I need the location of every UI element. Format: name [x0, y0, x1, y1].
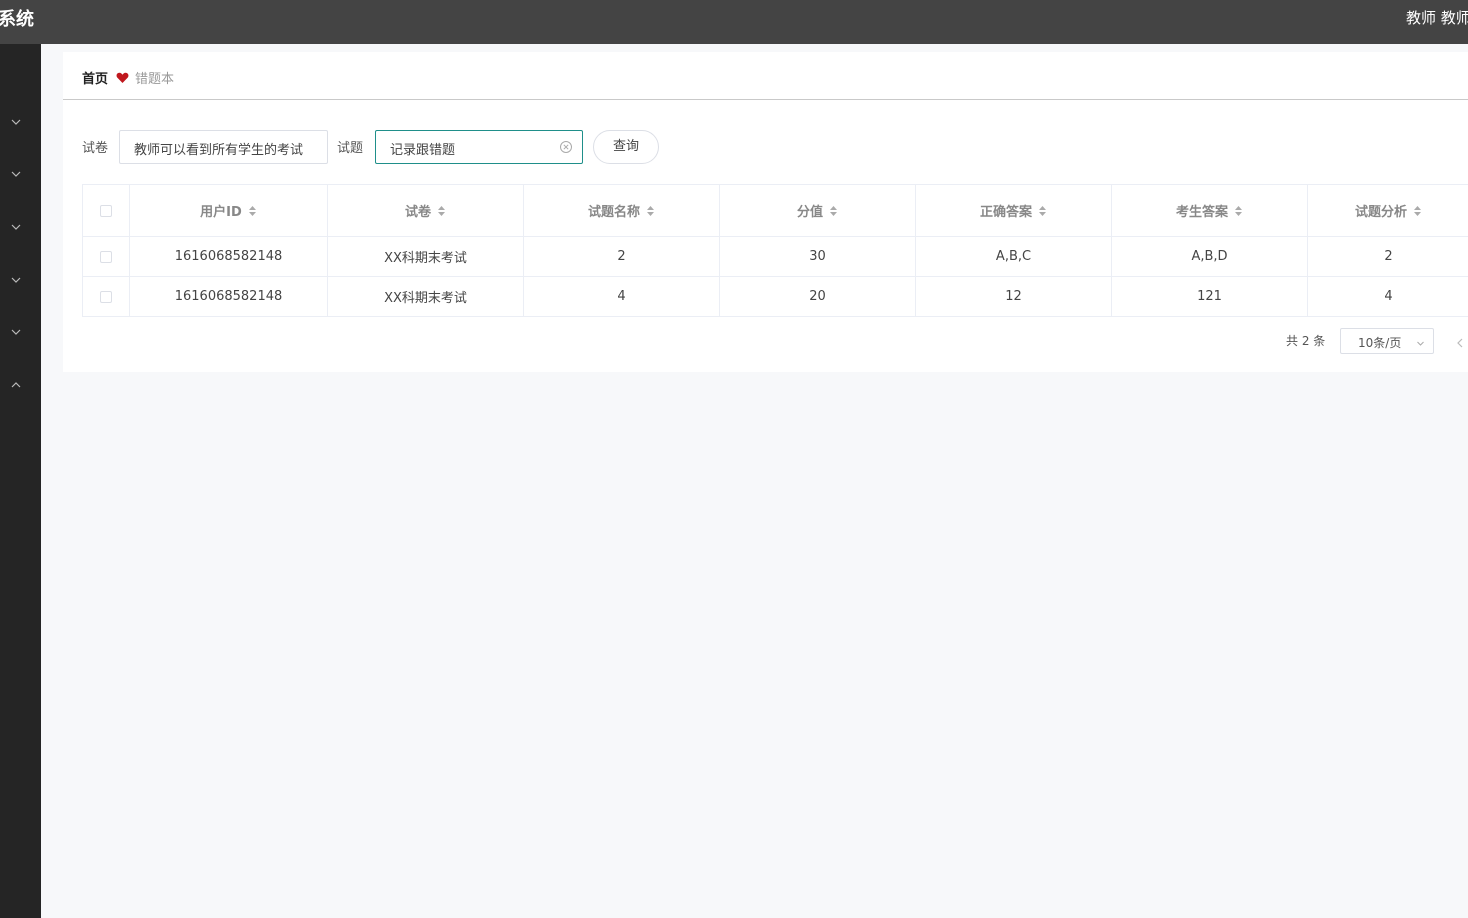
page-size-select[interactable]: 10条/页: [1340, 328, 1434, 354]
question-input[interactable]: 记录跟错题: [375, 130, 583, 164]
cell-score: 20: [720, 277, 916, 316]
sort-icon[interactable]: [437, 205, 446, 217]
sort-icon[interactable]: [248, 205, 257, 217]
paper-label: 试卷: [82, 141, 109, 156]
header-user-id[interactable]: 用户ID: [130, 185, 328, 236]
header-score[interactable]: 分值: [720, 185, 916, 236]
sort-icon[interactable]: [1038, 205, 1047, 217]
chevron-down-icon[interactable]: [10, 326, 22, 338]
divider: [63, 99, 1468, 100]
header-correct-answer[interactable]: 正确答案: [916, 185, 1112, 236]
cell-paper: XX科期末考试: [328, 237, 524, 276]
cell-question-name: 2: [524, 237, 720, 276]
chevron-up-icon[interactable]: [10, 379, 22, 391]
breadcrumb-home[interactable]: 首页: [82, 72, 108, 87]
sort-icon[interactable]: [1234, 205, 1243, 217]
sort-icon[interactable]: [829, 205, 838, 217]
chevron-down-icon[interactable]: [10, 116, 22, 128]
app-title: 系统: [0, 9, 34, 30]
question-input-value: 记录跟错题: [390, 143, 456, 158]
prev-page-icon[interactable]: [1456, 334, 1464, 348]
clear-icon[interactable]: [559, 140, 573, 154]
row-checkbox[interactable]: [100, 250, 112, 263]
content-panel: 首页 错题本 试卷 教师可以看到所有学生的考试 试题 记录跟错题 查询 用户ID …: [63, 52, 1468, 372]
question-label: 试题: [337, 141, 364, 156]
pagination-total: 共 2 条: [1286, 334, 1326, 348]
chevron-down-icon: [1416, 337, 1425, 346]
top-bar: 系统 教师 教师: [0, 0, 1468, 44]
table-row[interactable]: 1616068582148 XX科期末考试 4 20 12 121 4: [83, 277, 1468, 317]
row-select-cell: [83, 277, 130, 316]
paper-input[interactable]: 教师可以看到所有学生的考试: [119, 130, 328, 164]
sort-icon[interactable]: [646, 205, 655, 217]
chevron-down-icon[interactable]: [10, 168, 22, 180]
cell-paper: XX科期末考试: [328, 277, 524, 316]
row-select-cell: [83, 237, 130, 276]
cell-correct-answer: 12: [916, 277, 1112, 316]
chevron-down-icon[interactable]: [10, 221, 22, 233]
table-header: 用户ID 试卷 试题名称 分值 正确答案 考生答案 试题分析: [83, 185, 1468, 237]
breadcrumb: 首页 错题本: [82, 68, 174, 87]
breadcrumb-current: 错题本: [135, 72, 175, 87]
cell-student-answer: A,B,D: [1112, 237, 1308, 276]
header-select-cell: [83, 185, 130, 236]
cell-student-answer: 121: [1112, 277, 1308, 316]
user-name[interactable]: 教师 教师: [1406, 7, 1468, 28]
cell-correct-answer: A,B,C: [916, 237, 1112, 276]
header-student-answer[interactable]: 考生答案: [1112, 185, 1308, 236]
header-question-name[interactable]: 试题名称: [524, 185, 720, 236]
cell-analysis: 4: [1384, 289, 1393, 304]
select-all-checkbox[interactable]: [100, 204, 112, 217]
table-row[interactable]: 1616068582148 XX科期末考试 2 30 A,B,C A,B,D 2: [83, 237, 1468, 277]
cell-question-name: 4: [524, 277, 720, 316]
row-checkbox[interactable]: [100, 290, 112, 303]
cell-analysis: 2: [1384, 249, 1393, 264]
header-analysis[interactable]: 试题分析: [1308, 185, 1468, 236]
chevron-down-icon[interactable]: [10, 274, 22, 286]
sidebar: [0, 44, 41, 918]
cell-user-id: 1616068582148: [130, 237, 328, 276]
cell-user-id: 1616068582148: [130, 277, 328, 316]
page-size-value: 10条/页: [1358, 336, 1402, 350]
data-table: 用户ID 试卷 试题名称 分值 正确答案 考生答案 试题分析 161606858…: [82, 184, 1468, 317]
cell-score: 30: [720, 237, 916, 276]
header-paper[interactable]: 试卷: [328, 185, 524, 236]
heart-icon: [116, 72, 129, 84]
query-button[interactable]: 查询: [593, 130, 659, 164]
sort-icon[interactable]: [1413, 205, 1422, 217]
